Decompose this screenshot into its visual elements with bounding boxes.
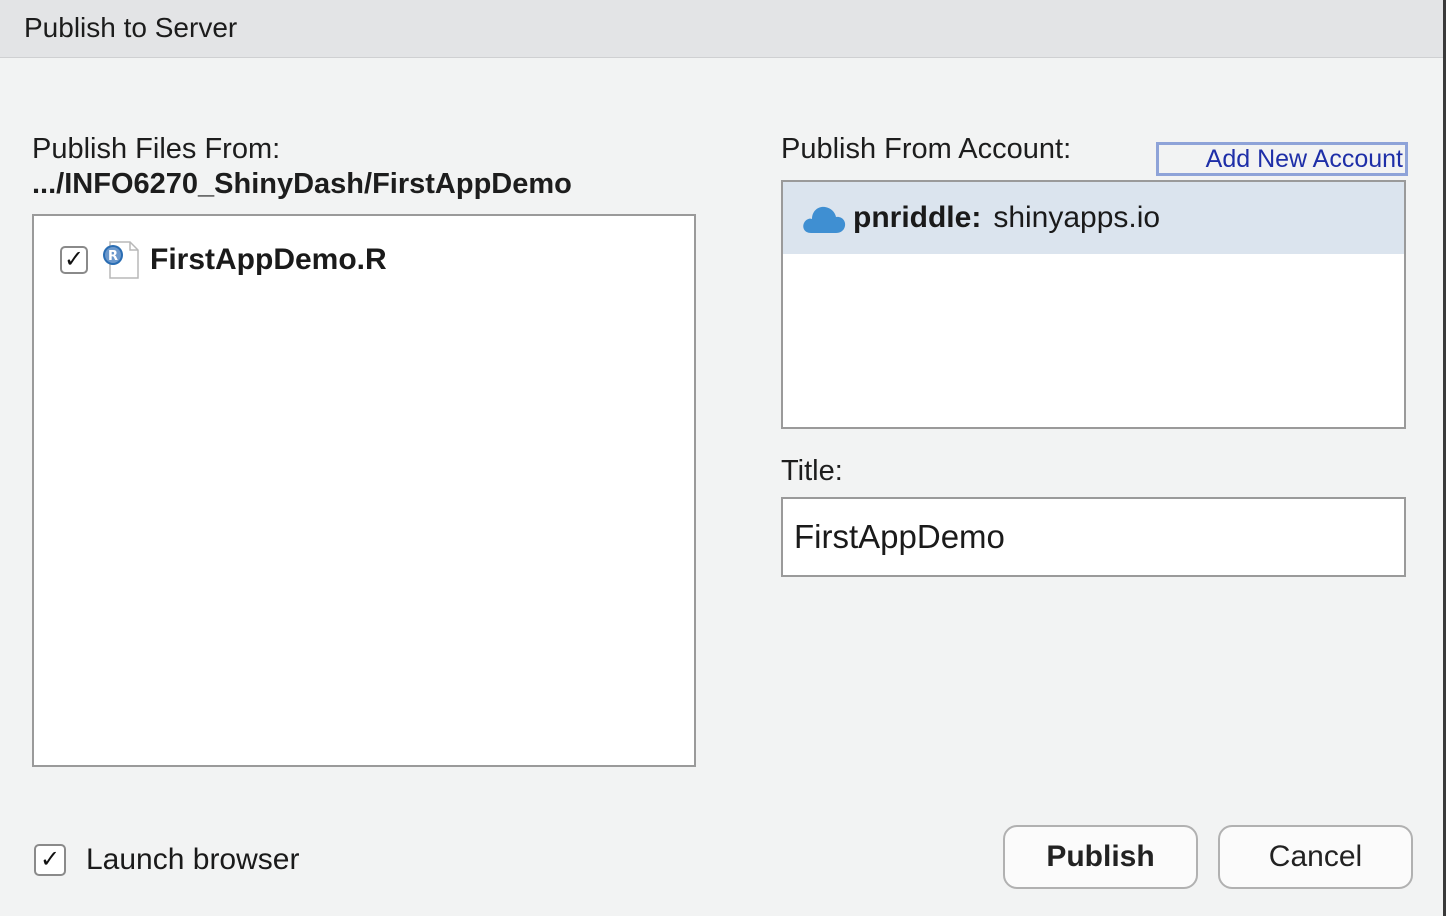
- file-list: ✓ R FirstAppDemo.R: [32, 214, 696, 767]
- publish-files-path: .../INFO6270_ShinyDash/FirstAppDemo: [32, 168, 572, 200]
- account-list-item[interactable]: pnriddle: shinyapps.io: [783, 182, 1404, 254]
- account-username: pnriddle:: [853, 201, 982, 234]
- add-new-account-button[interactable]: Add New Account: [1156, 142, 1408, 176]
- account-list: pnriddle: shinyapps.io: [781, 180, 1406, 429]
- file-checkbox[interactable]: ✓: [60, 246, 88, 274]
- account-server: shinyapps.io: [993, 201, 1161, 234]
- publish-button[interactable]: Publish: [1003, 825, 1198, 889]
- file-name: FirstAppDemo.R: [150, 243, 387, 276]
- cancel-button[interactable]: Cancel: [1218, 825, 1413, 889]
- title-input[interactable]: FirstAppDemo: [781, 497, 1406, 577]
- launch-browser-label: Launch browser: [86, 843, 300, 876]
- file-list-item[interactable]: ✓ R FirstAppDemo.R: [60, 240, 387, 280]
- title-label: Title:: [781, 455, 843, 487]
- launch-browser-option[interactable]: ✓ Launch browser: [34, 842, 299, 878]
- dialog-titlebar: Publish to Server: [0, 0, 1446, 58]
- r-file-icon: R: [102, 240, 140, 280]
- launch-browser-checkbox[interactable]: ✓: [34, 844, 66, 876]
- svg-text:R: R: [108, 249, 118, 264]
- publish-account-label: Publish From Account:: [781, 133, 1072, 165]
- dialog-title: Publish to Server: [24, 12, 238, 43]
- publish-files-label: Publish Files From:: [32, 133, 281, 165]
- cloud-icon: [803, 206, 846, 233]
